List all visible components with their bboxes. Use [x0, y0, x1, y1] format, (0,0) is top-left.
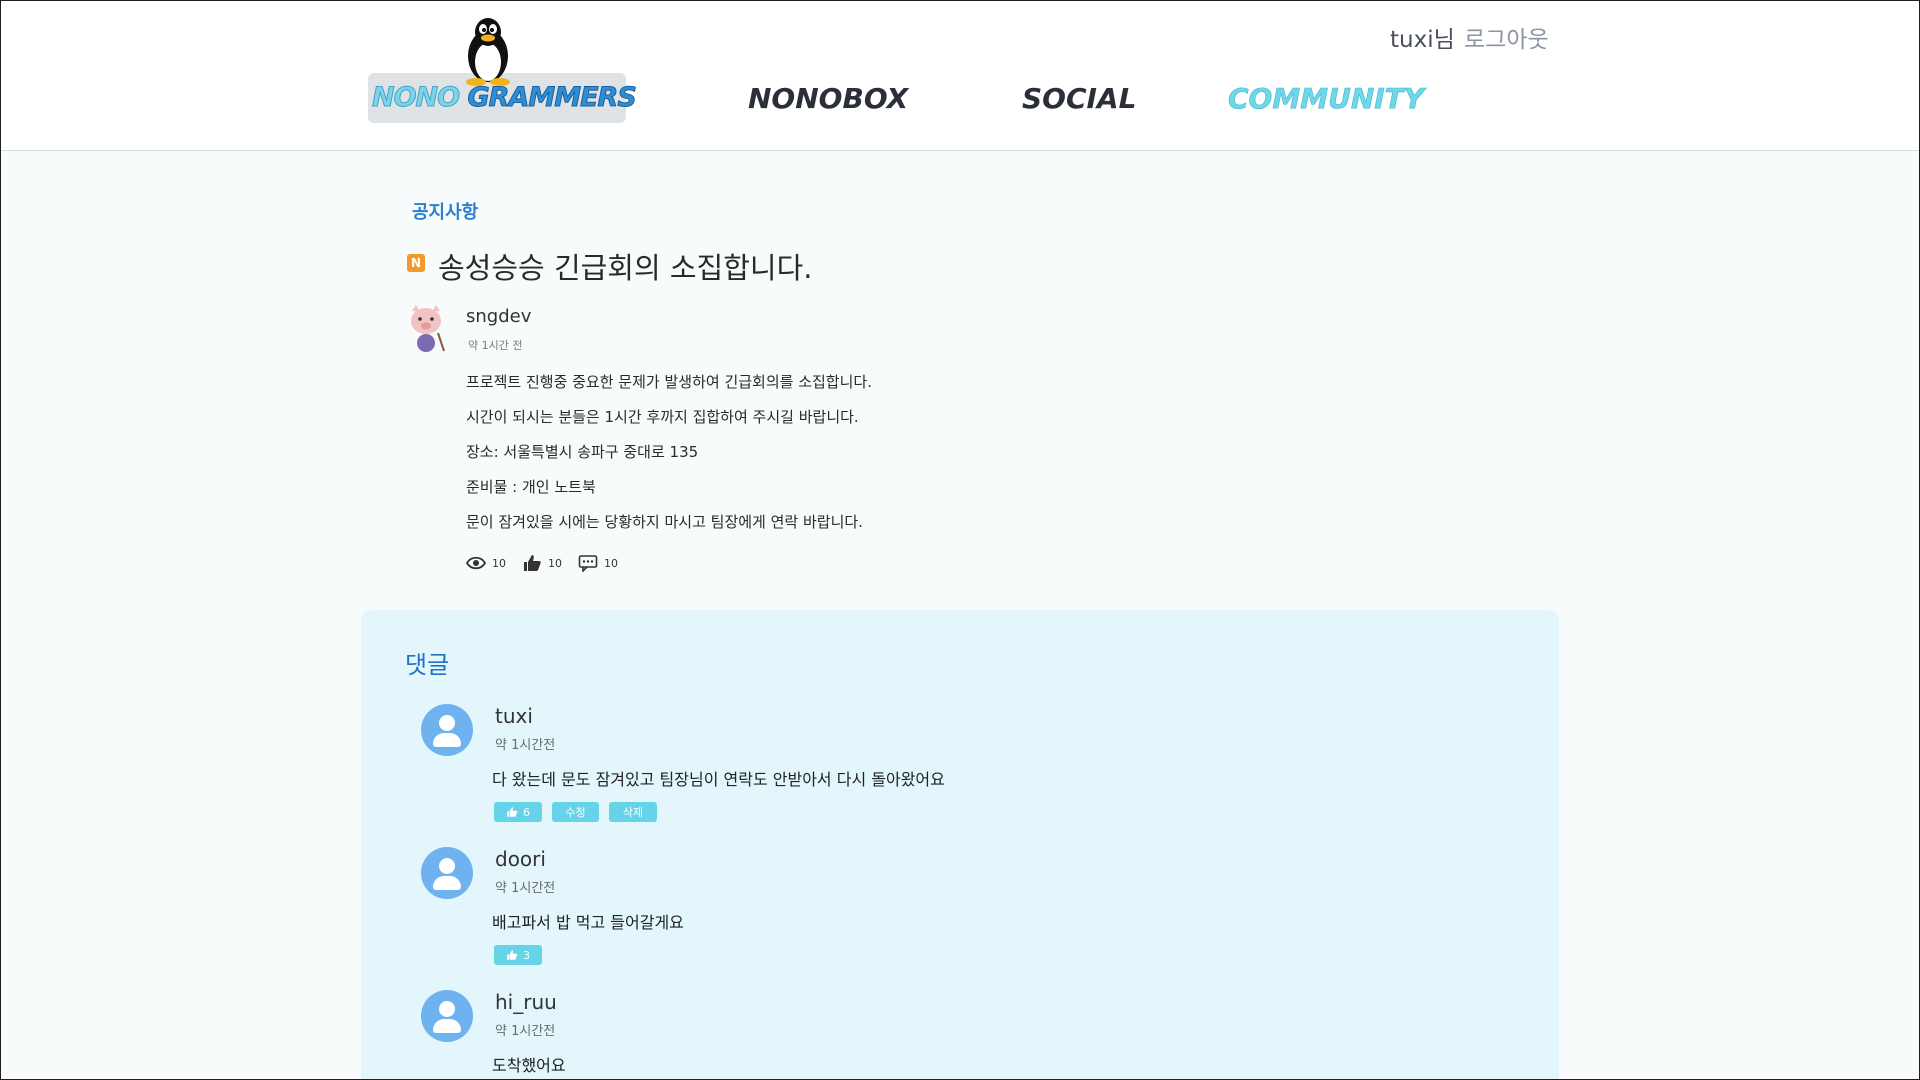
post-body-line: 장소: 서울특별시 송파구 중대로 135 — [466, 443, 699, 461]
post-stats: 10 10 10 — [466, 553, 634, 573]
comment-like-count: 3 — [523, 948, 530, 962]
thumbs-up-icon — [524, 555, 541, 571]
comment-text: 배고파서 밥 먹고 들어갈게요 — [492, 913, 684, 932]
current-user-name: tuxi님 — [1390, 27, 1455, 53]
logo-text-part2: GRAMMERS — [467, 82, 637, 114]
user-icon — [421, 847, 473, 899]
comment-item: doori 약 1시간전 배고파서 밥 먹고 들어갈게요 3 — [361, 847, 1559, 990]
eye-icon — [466, 556, 486, 570]
logout-button[interactable]: 로그아웃 — [1464, 20, 1549, 54]
nav-nonobox[interactable]: NONOBOX — [748, 82, 908, 115]
views-count: 10 — [492, 556, 506, 570]
comment-like-button[interactable]: 6 — [494, 802, 542, 822]
post-body-line: 시간이 되시는 분들은 1시간 후까지 집합하여 주시길 바랍니다. — [466, 408, 859, 426]
comment-edit-button[interactable]: 수정 — [552, 802, 599, 822]
comments-title: 댓글 — [405, 651, 450, 679]
author-avatar — [411, 305, 445, 352]
comment-author[interactable]: hi_ruu — [495, 990, 557, 1014]
comments-section: 댓글 tuxi 약 1시간전 다 왔는데 문도 잠겨있고 팀장님이 연락도 안받… — [361, 610, 1559, 1080]
comment-author[interactable]: tuxi — [495, 704, 533, 728]
author-name[interactable]: sngdev — [466, 306, 531, 327]
comments-stat: 10 — [578, 554, 618, 572]
thumbs-up-icon — [507, 807, 518, 817]
comment-actions: 6 수정 삭제 — [494, 802, 667, 822]
comment-time: 약 1시간전 — [495, 1024, 556, 1039]
post-time: 약 1시간 전 — [468, 339, 523, 352]
comment-like-button[interactable]: 3 — [494, 945, 542, 965]
comment-item: tuxi 약 1시간전 다 왔는데 문도 잠겨있고 팀장님이 연락도 안받아서 … — [361, 704, 1559, 847]
post-category[interactable]: 공지사항 — [412, 198, 478, 224]
nav-community[interactable]: COMMUNITY — [1228, 82, 1425, 116]
logo-text-part1: NONO — [371, 82, 460, 114]
post-body-line: 프로젝트 진행중 중요한 문제가 발생하여 긴급회의를 소집합니다. — [466, 373, 872, 391]
likes-stat[interactable]: 10 — [522, 554, 562, 572]
likes-count: 10 — [548, 556, 562, 570]
top-header: NONO GRAMMERS NONOBOX SOCIAL COMMUNITY t… — [0, 0, 1920, 151]
comment-like-count: 6 — [523, 805, 530, 819]
comment-actions: 3 — [494, 945, 552, 965]
comment-icon — [578, 555, 598, 572]
logo-wordmark: NONO GRAMMERS — [371, 82, 637, 114]
comment-text: 다 왔는데 문도 잠겨있고 팀장님이 연락도 안받아서 다시 돌아왔어요 — [492, 770, 945, 789]
penguin-icon — [466, 18, 510, 86]
thumbs-up-icon — [507, 950, 518, 960]
user-icon — [421, 704, 473, 756]
comments-count: 10 — [604, 556, 618, 570]
post-body-line: 준비물 : 개인 노트북 — [466, 478, 596, 496]
comment-author[interactable]: doori — [495, 847, 546, 871]
views-stat: 10 — [466, 554, 506, 572]
nav-social[interactable]: SOCIAL — [1022, 82, 1136, 115]
comment-time: 약 1시간전 — [495, 881, 556, 896]
post-body-line: 문이 잠겨있을 시에는 당황하지 마시고 팀장에게 연락 바랍니다. — [466, 513, 863, 531]
comment-item: hi_ruu 약 1시간전 도착했어요 — [361, 990, 1559, 1080]
post-title: 송성승승 긴급회의 소집합니다. — [438, 251, 813, 285]
site-logo[interactable]: NONO GRAMMERS — [368, 16, 637, 124]
comment-delete-button[interactable]: 삭제 — [609, 802, 657, 822]
user-icon — [421, 990, 473, 1042]
comment-text: 도착했어요 — [492, 1056, 566, 1075]
comment-time: 약 1시간전 — [495, 738, 556, 753]
new-badge: N — [407, 254, 425, 272]
